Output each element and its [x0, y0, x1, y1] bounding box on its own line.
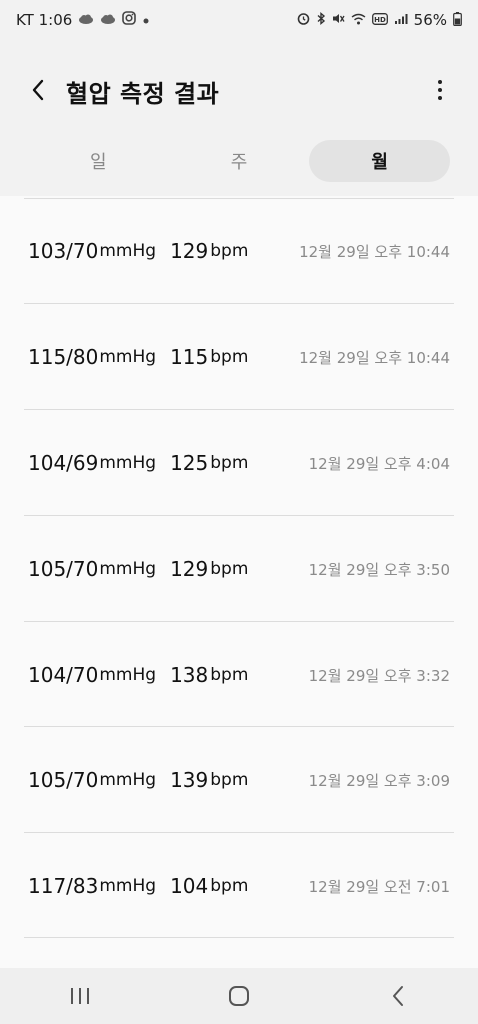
pulse-unit: bpm	[210, 453, 249, 473]
cloud-icon	[78, 13, 94, 28]
measurement-time: 12월 29일 오후 4:04	[308, 454, 450, 473]
bp-unit: mmHg	[99, 770, 157, 790]
dot-icon	[142, 11, 150, 29]
app-header: 혈압 측정 결과 일 주 월	[0, 40, 478, 196]
alarm-icon	[297, 12, 310, 28]
instagram-icon	[122, 11, 137, 29]
chevron-left-icon	[32, 79, 44, 101]
bp-unit: mmHg	[99, 876, 157, 896]
signal-icon	[394, 13, 408, 28]
home-icon	[228, 986, 249, 1006]
battery-icon	[453, 11, 462, 29]
pulse-value: 104	[170, 874, 209, 898]
pulse-value: 138	[170, 663, 209, 687]
blood-pressure-value: 104/70	[28, 663, 99, 687]
cloud-icon	[100, 13, 116, 28]
list-item[interactable]: 103/70 mmHg 129 bpm 12월 29일 오후 10:44	[28, 198, 450, 304]
measurement-time: 12월 29일 오후 10:44	[299, 348, 450, 367]
wifi-icon	[351, 13, 366, 28]
measurement-time: 12월 29일 오전 7:01	[308, 877, 450, 896]
back-icon	[393, 986, 404, 1006]
list-item[interactable]: 105/70 mmHg 129 bpm 12월 29일 오후 3:50	[28, 516, 450, 622]
pulse-value: 125	[170, 451, 209, 475]
back-button[interactable]	[22, 74, 54, 106]
recents-button[interactable]	[50, 976, 110, 1016]
tab-month[interactable]: 월	[309, 140, 451, 182]
blood-pressure-value: 117/83	[28, 874, 99, 898]
tab-week[interactable]: 주	[169, 140, 310, 182]
blood-pressure-value: 105/70	[28, 557, 99, 581]
more-options-button[interactable]	[428, 76, 452, 104]
tab-day[interactable]: 일	[28, 140, 169, 182]
bp-unit: mmHg	[99, 241, 157, 261]
more-vertical-icon-dot	[438, 96, 442, 100]
list-item[interactable]: 117/83 mmHg 104 bpm 12월 29일 오전 7:01	[28, 833, 450, 939]
pulse-unit: bpm	[210, 241, 249, 261]
battery-label: 56%	[413, 11, 447, 29]
list-item[interactable]: 115/80 mmHg 115 bpm 12월 29일 오후 10:44	[28, 304, 450, 410]
pulse-value: 115	[170, 345, 209, 369]
pulse-value: 129	[170, 557, 209, 581]
blood-pressure-value: 115/80	[28, 345, 99, 369]
blood-pressure-value: 105/70	[28, 768, 99, 792]
divider	[24, 937, 454, 938]
pulse-unit: bpm	[210, 665, 249, 685]
pulse-value: 139	[170, 768, 209, 792]
list-item[interactable]: 104/69 mmHg 125 bpm 12월 29일 오후 4:04	[28, 410, 450, 516]
status-left: KT 1:06	[16, 11, 150, 29]
measurement-time: 12월 29일 오후 3:50	[308, 560, 450, 579]
hd-icon: HD	[371, 12, 388, 28]
pulse-unit: bpm	[210, 347, 249, 367]
carrier-time: KT 1:06	[16, 11, 73, 29]
bp-unit: mmHg	[99, 347, 157, 367]
pulse-unit: bpm	[210, 559, 249, 579]
page-title: 혈압 측정 결과	[66, 80, 220, 108]
pulse-value: 129	[170, 239, 209, 263]
blood-pressure-value: 104/69	[28, 451, 99, 475]
bp-unit: mmHg	[99, 453, 157, 473]
measurement-time: 12월 29일 오후 3:32	[308, 666, 450, 685]
measurement-time: 12월 29일 오후 10:44	[299, 242, 450, 261]
blood-pressure-value: 103/70	[28, 239, 99, 263]
more-vertical-icon-dot	[438, 80, 442, 84]
pulse-unit: bpm	[210, 770, 249, 790]
status-bar: KT 1:06 HD 56%	[0, 0, 478, 40]
period-tabs: 일 주 월	[28, 140, 451, 182]
bp-unit: mmHg	[99, 665, 157, 685]
measurement-time: 12월 29일 오후 3:09	[308, 771, 450, 790]
system-nav-bar	[0, 968, 478, 1024]
pulse-unit: bpm	[210, 876, 249, 896]
bp-unit: mmHg	[99, 559, 157, 579]
home-button[interactable]	[209, 976, 269, 1016]
list-item[interactable]: 105/70 mmHg 139 bpm 12월 29일 오후 3:09	[28, 727, 450, 833]
bluetooth-icon	[316, 12, 326, 28]
measurement-list[interactable]: 103/70 mmHg 129 bpm 12월 29일 오후 10:44 115…	[0, 196, 478, 968]
list-item[interactable]: 104/70 mmHg 138 bpm 12월 29일 오후 3:32	[28, 622, 450, 728]
status-right: HD 56%	[297, 11, 462, 29]
mute-icon	[332, 12, 345, 28]
more-vertical-icon-dot	[438, 88, 442, 92]
svg-text:HD: HD	[374, 15, 386, 23]
recents-icon	[70, 988, 89, 1004]
nav-back-button[interactable]	[368, 976, 428, 1016]
